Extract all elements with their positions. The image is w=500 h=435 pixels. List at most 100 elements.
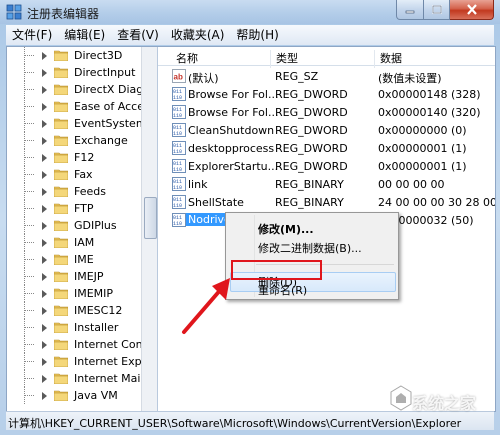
tree-item[interactable]: IMEMIP bbox=[7, 285, 141, 302]
folder-icon bbox=[54, 67, 68, 78]
binary-value-icon: 011110 bbox=[172, 87, 186, 101]
minimize-button[interactable] bbox=[396, 0, 424, 20]
value-type: REG_DWORD bbox=[275, 88, 348, 101]
folder-icon bbox=[54, 271, 68, 282]
value-name: CleanShutdown bbox=[188, 124, 275, 137]
tree-vertical-scrollbar[interactable] bbox=[141, 47, 157, 411]
value-data: 24 00 00 00 30 28 00 00 bbox=[378, 196, 495, 209]
value-name: link bbox=[188, 178, 208, 191]
menu-favorites[interactable]: 收藏夹(A) bbox=[165, 25, 231, 45]
tree-item[interactable]: Java VM bbox=[7, 387, 141, 404]
expand-arrow-icon[interactable] bbox=[42, 358, 47, 366]
expand-arrow-icon[interactable] bbox=[42, 239, 47, 247]
watermark-logo bbox=[390, 385, 412, 411]
tree-item[interactable]: IMESC12 bbox=[7, 302, 141, 319]
tree-item[interactable]: GDIPlus bbox=[7, 217, 141, 234]
menu-bar: 文件(F) 编辑(E) 查看(V) 收藏夹(A) 帮助(H) bbox=[6, 25, 494, 45]
value-row[interactable]: 011 110 ShellState REG_BINARY 24 00 00 00… bbox=[158, 193, 495, 211]
expand-arrow-icon[interactable] bbox=[42, 392, 47, 400]
value-name: Browse For Fol... bbox=[188, 88, 279, 101]
tree-item[interactable]: Exchange bbox=[7, 132, 141, 149]
context-menu-modify[interactable]: 修改(M)... bbox=[258, 221, 314, 237]
delete-highlight-box bbox=[231, 260, 322, 280]
expand-arrow-icon[interactable] bbox=[42, 222, 47, 230]
expand-arrow-icon[interactable] bbox=[42, 307, 47, 315]
binary-value-icon: 011110 bbox=[172, 177, 186, 191]
watermark-text: 系统之家 bbox=[412, 394, 477, 413]
column-type-header[interactable]: 类型 bbox=[276, 50, 298, 66]
tree-item-label: Direct3D bbox=[74, 49, 123, 62]
regedit-app-icon bbox=[6, 4, 22, 20]
folder-icon bbox=[54, 220, 68, 231]
expand-arrow-icon[interactable] bbox=[42, 375, 47, 383]
tree-item[interactable]: DirectInput bbox=[7, 64, 141, 81]
tree-item[interactable]: Fax bbox=[7, 166, 141, 183]
value-row[interactable]: 011 110 desktopprocess REG_DWORD 0x000000… bbox=[158, 139, 495, 157]
value-type: REG_DWORD bbox=[275, 142, 348, 155]
binary-value-icon: 011110 bbox=[172, 213, 186, 227]
tree-item-label: F12 bbox=[74, 151, 95, 164]
tree-item[interactable]: IMEJP bbox=[7, 268, 141, 285]
tree-item[interactable]: Ease of Access bbox=[7, 98, 155, 115]
menu-edit[interactable]: 编辑(E) bbox=[58, 25, 111, 45]
context-menu-rename[interactable]: 重命名(R) bbox=[258, 282, 307, 298]
tree-item[interactable]: Internet Conne bbox=[7, 336, 156, 353]
expand-arrow-icon[interactable] bbox=[42, 154, 47, 162]
expand-arrow-icon[interactable] bbox=[42, 341, 47, 349]
value-type: REG_DWORD bbox=[275, 106, 348, 119]
value-name: ShellState bbox=[188, 196, 244, 209]
menu-file[interactable]: 文件(F) bbox=[6, 25, 58, 45]
expand-arrow-icon[interactable] bbox=[42, 103, 47, 111]
value-data: 00 00 00 00 bbox=[378, 178, 445, 191]
tree-item[interactable]: Internet Explo bbox=[7, 353, 151, 370]
expand-arrow-icon[interactable] bbox=[42, 188, 47, 196]
folder-icon bbox=[54, 135, 68, 146]
value-row[interactable]: 011 110 Browse For Fol... REG_DWORD 0x000… bbox=[158, 103, 495, 121]
value-row[interactable]: ab (默认) REG_SZ (数值未设置) bbox=[158, 67, 495, 85]
tree-item-label: IMEJP bbox=[74, 270, 104, 283]
tree-item[interactable]: EventSystem bbox=[7, 115, 147, 132]
expand-arrow-icon[interactable] bbox=[42, 290, 47, 298]
tree-item-label: IAM bbox=[74, 236, 95, 249]
expand-arrow-icon[interactable] bbox=[42, 52, 47, 60]
tree-item[interactable]: Installer bbox=[7, 319, 141, 336]
expand-arrow-icon[interactable] bbox=[42, 86, 47, 94]
expand-arrow-icon[interactable] bbox=[42, 69, 47, 77]
value-row[interactable]: 011 110 link REG_BINARY 00 00 00 00 bbox=[158, 175, 495, 193]
tree-item[interactable]: IME bbox=[7, 251, 141, 268]
expand-arrow-icon[interactable] bbox=[42, 120, 47, 128]
tree-item[interactable]: FTP bbox=[7, 200, 141, 217]
menu-view[interactable]: 查看(V) bbox=[111, 25, 165, 45]
maximize-button[interactable] bbox=[424, 0, 450, 20]
expand-arrow-icon[interactable] bbox=[42, 171, 47, 179]
folder-icon bbox=[54, 101, 68, 112]
column-data-header[interactable]: 数据 bbox=[380, 50, 402, 66]
expand-arrow-icon[interactable] bbox=[42, 273, 47, 281]
value-row[interactable]: 011 110 Browse For Fol... REG_DWORD 0x000… bbox=[158, 85, 495, 103]
scrollbar-thumb[interactable] bbox=[144, 197, 157, 239]
tree-item[interactable]: IAM bbox=[7, 234, 141, 251]
title-bar[interactable]: 注册表编辑器 bbox=[0, 0, 500, 24]
tree-item[interactable]: Internet Mail a bbox=[7, 370, 154, 387]
close-button[interactable] bbox=[450, 0, 494, 20]
value-data: 0x00000148 (328) bbox=[378, 88, 481, 101]
value-data: (数值未设置) bbox=[378, 72, 442, 85]
tree-item[interactable]: F12 bbox=[7, 149, 141, 166]
folder-icon bbox=[54, 390, 68, 401]
tree-item[interactable]: Feeds bbox=[7, 183, 141, 200]
value-row[interactable]: 011 110 ExplorerStartu... REG_DWORD 0x000… bbox=[158, 157, 495, 175]
menu-help[interactable]: 帮助(H) bbox=[230, 25, 284, 45]
tree-item-label: FTP bbox=[74, 202, 94, 215]
tree-item-label: Exchange bbox=[74, 134, 128, 147]
value-row[interactable]: 011 110 CleanShutdown REG_DWORD 0x0000000… bbox=[158, 121, 495, 139]
expand-arrow-icon[interactable] bbox=[42, 137, 47, 145]
tree-item[interactable]: Direct3D bbox=[7, 47, 141, 64]
context-menu-modify-binary[interactable]: 修改二进制数据(B)... bbox=[258, 240, 362, 256]
tree-item[interactable]: DirectX Diagno bbox=[7, 81, 157, 98]
expand-arrow-icon[interactable] bbox=[42, 205, 47, 213]
folder-icon bbox=[54, 373, 68, 384]
expand-arrow-icon[interactable] bbox=[42, 324, 47, 332]
value-name: (默认) bbox=[188, 72, 219, 85]
column-name-header[interactable]: 名称 bbox=[176, 50, 198, 66]
expand-arrow-icon[interactable] bbox=[42, 256, 47, 264]
